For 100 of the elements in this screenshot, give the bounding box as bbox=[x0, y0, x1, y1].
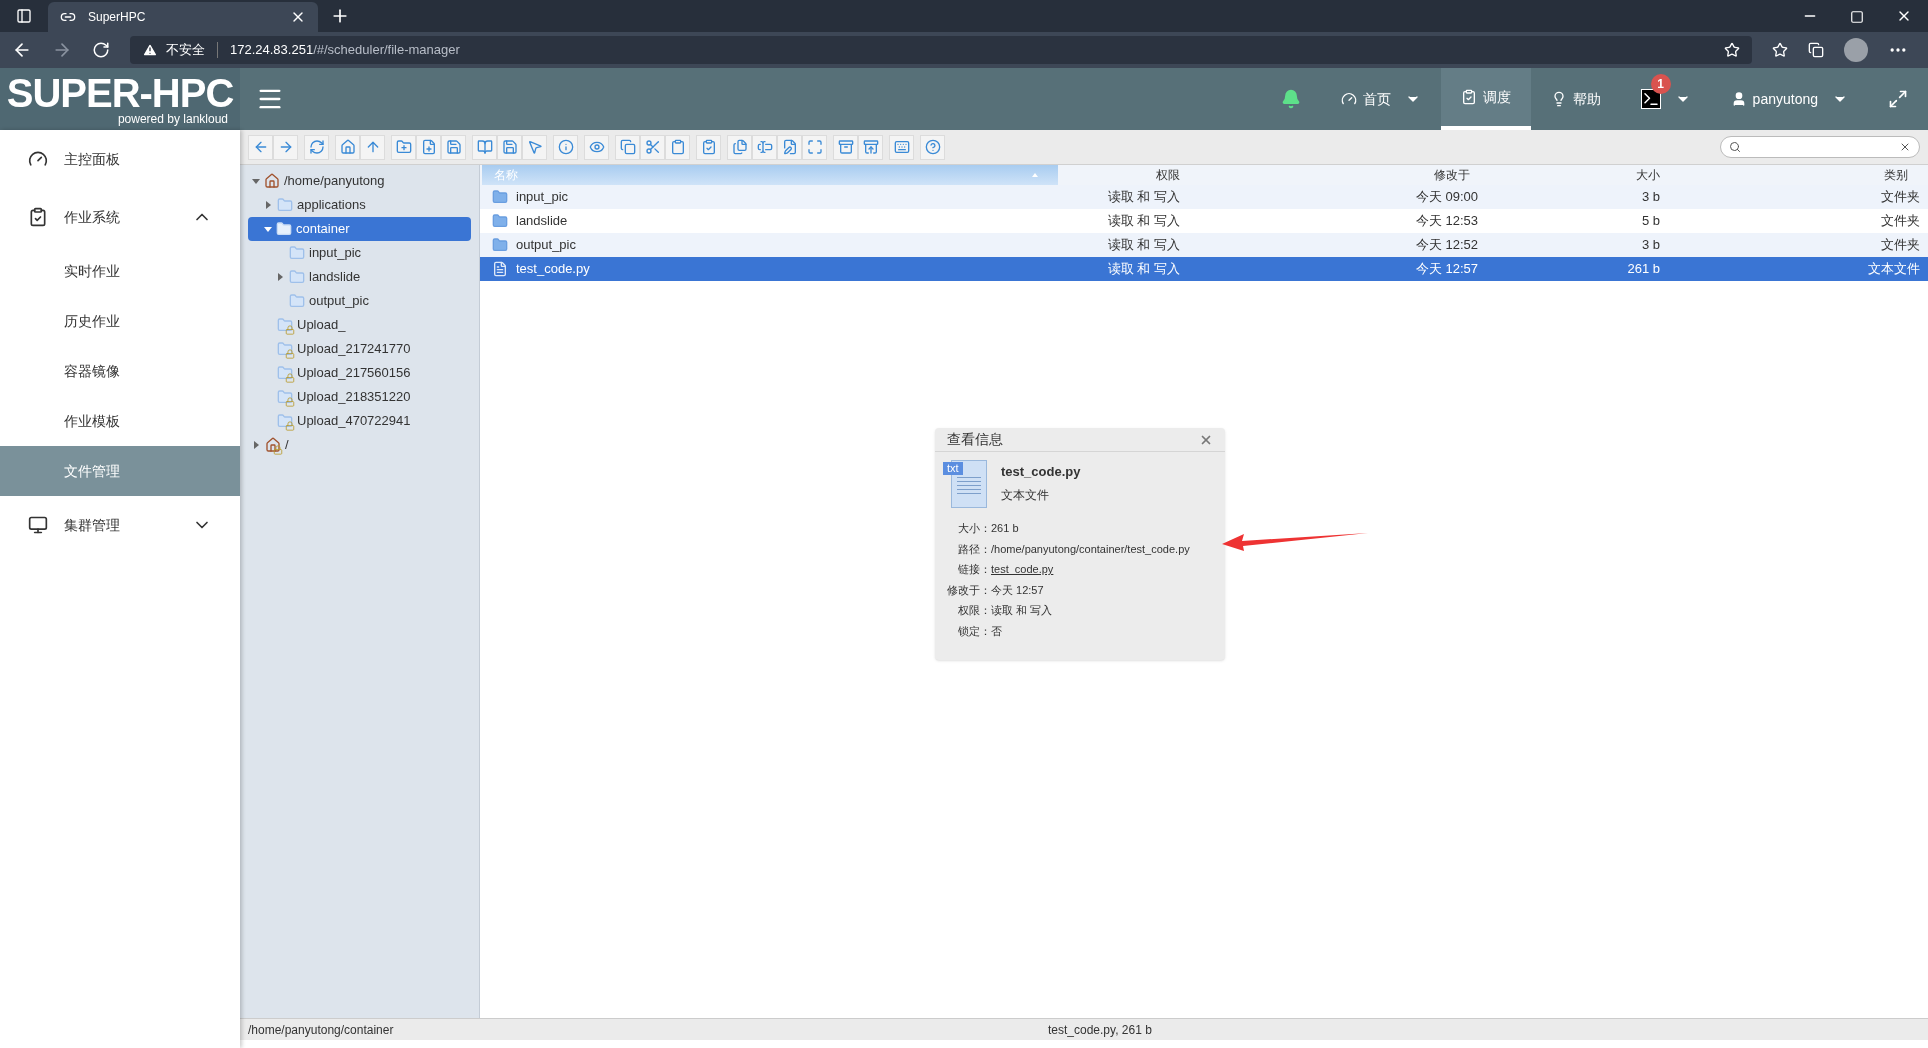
file-row[interactable]: output_pic 读取 和 写入 今天 12:52 3 b 文件夹 bbox=[480, 233, 1928, 257]
security-label: 不安全 bbox=[166, 41, 205, 60]
tree-item[interactable]: output_pic bbox=[248, 289, 471, 313]
browser-tab[interactable]: SuperHPC bbox=[48, 2, 318, 32]
new-file-button[interactable] bbox=[416, 134, 441, 160]
tree-item[interactable]: Upload_217560156 bbox=[248, 361, 471, 385]
tab-actions-icon[interactable] bbox=[16, 8, 32, 24]
extract-button[interactable] bbox=[858, 134, 883, 160]
tree-item[interactable]: applications bbox=[248, 193, 471, 217]
search-field[interactable] bbox=[1720, 136, 1920, 158]
tree-item[interactable]: landslide bbox=[248, 265, 471, 289]
caret-icon[interactable] bbox=[252, 178, 260, 184]
field-value: 261 b bbox=[991, 521, 1020, 536]
nav-item[interactable]: 首页 bbox=[1320, 68, 1441, 130]
reload-icon[interactable] bbox=[92, 41, 110, 59]
clipboard-check-button[interactable] bbox=[696, 134, 721, 160]
tree-item[interactable]: /home/panyutong bbox=[248, 169, 471, 193]
save-icon bbox=[445, 139, 462, 155]
modified-cell-text: 今天 12:57 bbox=[1414, 260, 1479, 279]
column-header[interactable]: 大小 bbox=[1490, 165, 1680, 185]
upload-button[interactable] bbox=[441, 134, 466, 160]
column-header[interactable]: 类别 bbox=[1680, 165, 1928, 185]
field-label: 锁定： bbox=[957, 623, 991, 639]
preview-button[interactable] bbox=[584, 134, 609, 160]
name-cell-text: input_pic bbox=[516, 188, 569, 207]
home-button[interactable] bbox=[335, 134, 360, 160]
edit-button[interactable] bbox=[777, 134, 802, 160]
new-folder-button[interactable] bbox=[391, 134, 416, 160]
nav-item[interactable]: 调度 bbox=[1440, 68, 1531, 130]
logo-text: SUPER-HPC bbox=[6, 73, 234, 113]
help-icon bbox=[924, 139, 941, 155]
add-favorite-icon[interactable] bbox=[1724, 42, 1740, 58]
locked-folder-icon bbox=[277, 413, 293, 429]
tree-item[interactable]: input_pic bbox=[248, 241, 471, 265]
nav-item[interactable]: 帮助 bbox=[1530, 68, 1621, 130]
fullscreen-icon bbox=[1888, 89, 1908, 109]
url-field[interactable]: 不安全 172.24.83.251/#/scheduler/file-manager bbox=[130, 36, 1752, 64]
reload-button[interactable] bbox=[304, 134, 329, 160]
permission-cell-text: 读取 和 写入 bbox=[1106, 260, 1181, 279]
locked-folder-icon bbox=[277, 341, 293, 357]
file-row[interactable]: input_pic 读取 和 写入 今天 09:00 3 b 文件夹 bbox=[480, 185, 1928, 209]
info-button[interactable] bbox=[553, 134, 578, 160]
clear-icon[interactable] bbox=[1899, 141, 1911, 153]
column-header[interactable]: 修改于 bbox=[1200, 165, 1490, 185]
tree-item[interactable]: container bbox=[248, 217, 471, 241]
paste-button[interactable] bbox=[665, 134, 690, 160]
name-cell-text: landslide bbox=[516, 212, 568, 231]
tree-item[interactable]: Upload_ bbox=[248, 313, 471, 337]
favorites-icon[interactable] bbox=[1772, 42, 1788, 58]
field-value: 否 bbox=[991, 623, 1003, 639]
sidebar-item[interactable]: 主控面板 bbox=[0, 130, 240, 188]
gauge-icon bbox=[28, 149, 48, 169]
type-cell-text: 文本文件 bbox=[1867, 260, 1921, 279]
open-button[interactable] bbox=[472, 134, 497, 160]
column-header[interactable]: 权限 bbox=[1060, 165, 1200, 185]
permission-cell-text: 读取 和 写入 bbox=[1106, 188, 1181, 207]
field-value: /home/panyutong/container/test_code.py bbox=[991, 541, 1191, 557]
select-button[interactable] bbox=[522, 134, 547, 160]
clipboard-check-icon bbox=[700, 139, 717, 155]
sidebar-subitem[interactable]: 历史作业 bbox=[0, 296, 240, 346]
sidebar-item[interactable]: 作业系统 bbox=[0, 188, 240, 246]
back-button[interactable] bbox=[248, 134, 273, 160]
caret-icon[interactable] bbox=[278, 273, 283, 281]
collections-icon[interactable] bbox=[1808, 42, 1824, 58]
copy-button[interactable] bbox=[615, 134, 640, 160]
sidebar-subitem[interactable]: 实时作业 bbox=[0, 246, 240, 296]
modified-cell-text: 今天 09:00 bbox=[1414, 188, 1479, 207]
logo-subtitle: powered by lankloud bbox=[117, 113, 228, 125]
duplicate-button[interactable] bbox=[727, 134, 752, 160]
file-link[interactable]: test_code.py bbox=[991, 561, 1054, 578]
forward-button[interactable] bbox=[273, 134, 298, 160]
help-button[interactable] bbox=[920, 134, 945, 160]
tree-item[interactable]: Upload_218351220 bbox=[248, 385, 471, 409]
type-cell-text: 文件夹 bbox=[1880, 212, 1921, 231]
name-cell-text: test_code.py bbox=[516, 260, 590, 279]
restore-icon[interactable] bbox=[1850, 10, 1864, 24]
caret-icon[interactable] bbox=[266, 201, 271, 209]
tree-item[interactable]: Upload_470722941 bbox=[248, 409, 471, 433]
tree-item[interactable]: / bbox=[248, 433, 471, 457]
view-button[interactable] bbox=[889, 134, 914, 160]
caret-icon[interactable] bbox=[254, 441, 259, 449]
locked-house-icon bbox=[265, 437, 281, 453]
sidebar-item[interactable]: 集群管理 bbox=[0, 496, 240, 554]
archive-button[interactable] bbox=[833, 134, 858, 160]
dialog-title: 查看信息 bbox=[947, 430, 1003, 449]
up-button[interactable] bbox=[360, 134, 385, 160]
tree-item[interactable]: Upload_217241770 bbox=[248, 337, 471, 361]
nav-item[interactable]: 1 bbox=[1620, 68, 1711, 130]
file-row[interactable]: test_code.py 读取 和 写入 今天 12:57 261 b 文本文件 bbox=[480, 257, 1928, 281]
cut-button[interactable] bbox=[640, 134, 665, 160]
rename-button[interactable] bbox=[752, 134, 777, 160]
clipboard-icon bbox=[669, 139, 686, 155]
resize-button[interactable] bbox=[802, 134, 827, 160]
sidebar-subitem[interactable]: 容器镜像 bbox=[0, 346, 240, 396]
profile-avatar[interactable] bbox=[1844, 38, 1868, 62]
nav-item[interactable]: panyutong bbox=[1710, 68, 1868, 130]
permission-cell-text: 读取 和 写入 bbox=[1106, 236, 1181, 255]
book-icon bbox=[476, 139, 493, 155]
sidebar-subitem[interactable]: 作业模板 bbox=[0, 396, 240, 446]
download-button[interactable] bbox=[497, 134, 522, 160]
